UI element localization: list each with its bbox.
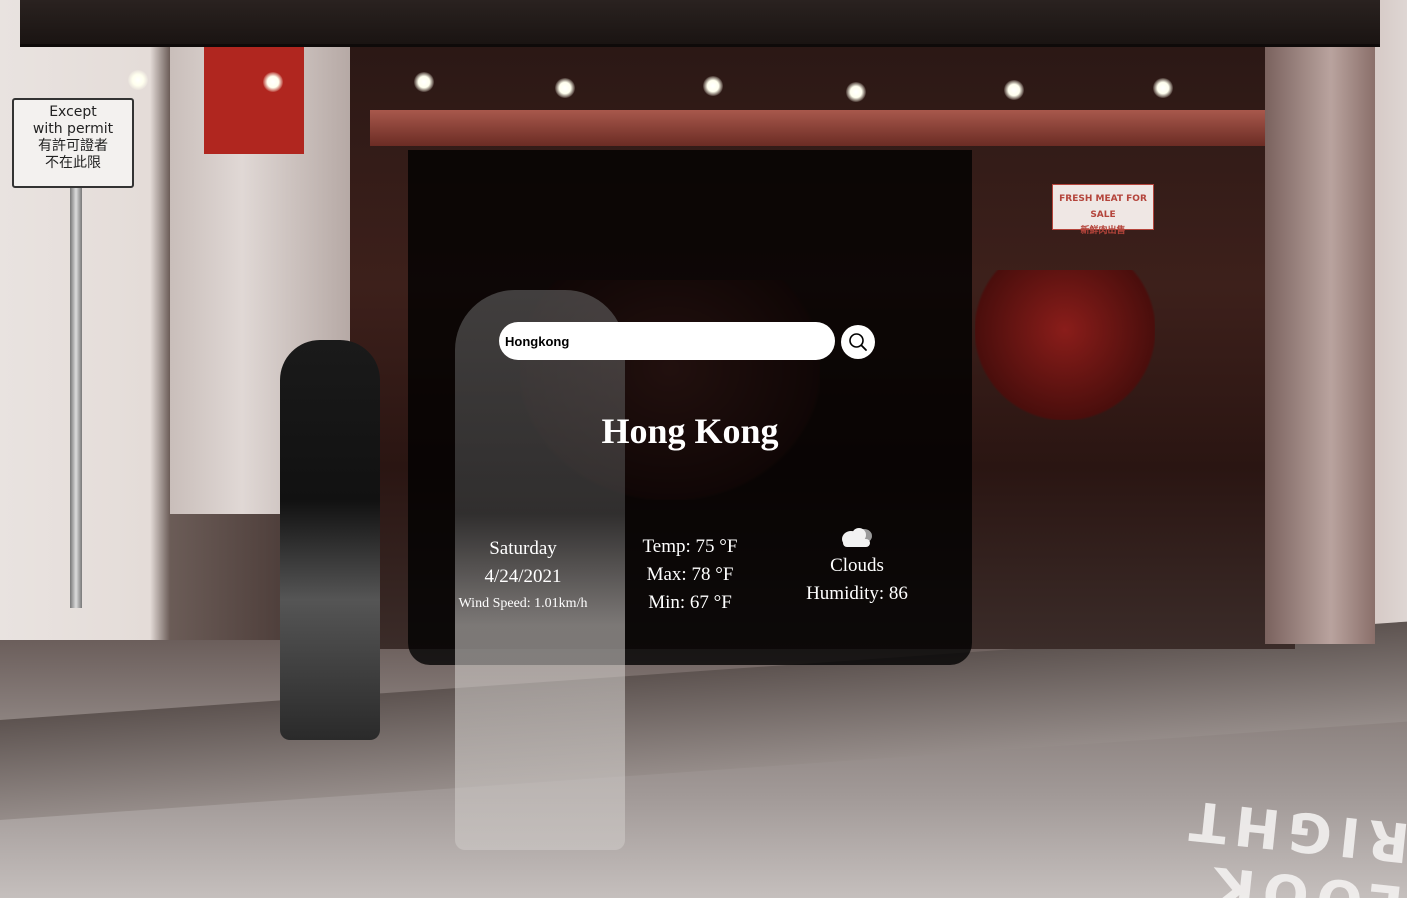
search-input[interactable] — [499, 322, 835, 360]
background-pedestrian — [280, 340, 380, 740]
humidity-label: Humidity: 86 — [806, 583, 908, 604]
background-pillar — [1265, 44, 1375, 644]
background-street-sign: Except with permit 有許可證者 不在此限 — [12, 98, 134, 188]
background-lamp — [1153, 78, 1173, 98]
background-lamp — [555, 78, 575, 98]
background-lamp — [414, 72, 434, 92]
temp-max: Max: 78 °F — [646, 564, 734, 585]
background-lamp — [263, 72, 283, 92]
background-meat — [975, 270, 1155, 420]
background-lamp — [703, 76, 723, 96]
temp-current: Temp: 75 °F — [642, 536, 738, 557]
background-awning — [20, 0, 1380, 47]
condition-column: Clouds Humidity: 86 — [790, 522, 924, 608]
city-name: Hong Kong — [601, 411, 779, 451]
day-label: Saturday — [489, 538, 557, 559]
search-icon — [849, 333, 867, 351]
date-column: Saturday 4/24/2021 Wind Speed: 1.01km/h — [445, 535, 601, 617]
cloud-icon — [842, 528, 872, 547]
background-lamp — [128, 70, 148, 90]
temp-min: Min: 67 °F — [648, 592, 732, 613]
temperature-column: Temp: 75 °F Max: 78 °F Min: 67 °F — [620, 533, 760, 617]
background-meat-sign: FRESH MEAT FOR SALE 新鮮肉出售 — [1052, 184, 1154, 236]
date-label: 4/24/2021 — [484, 566, 562, 587]
background-red-banner — [204, 44, 304, 154]
background-lamp — [846, 82, 866, 102]
wind-speed: Wind Speed: 1.01km/h — [458, 596, 588, 611]
search-bar — [499, 322, 835, 360]
search-button[interactable] — [841, 325, 875, 359]
background-sign-pole — [70, 188, 82, 608]
background-beam — [370, 110, 1280, 146]
condition-label: Clouds — [830, 555, 884, 576]
background-lamp — [1004, 80, 1024, 100]
